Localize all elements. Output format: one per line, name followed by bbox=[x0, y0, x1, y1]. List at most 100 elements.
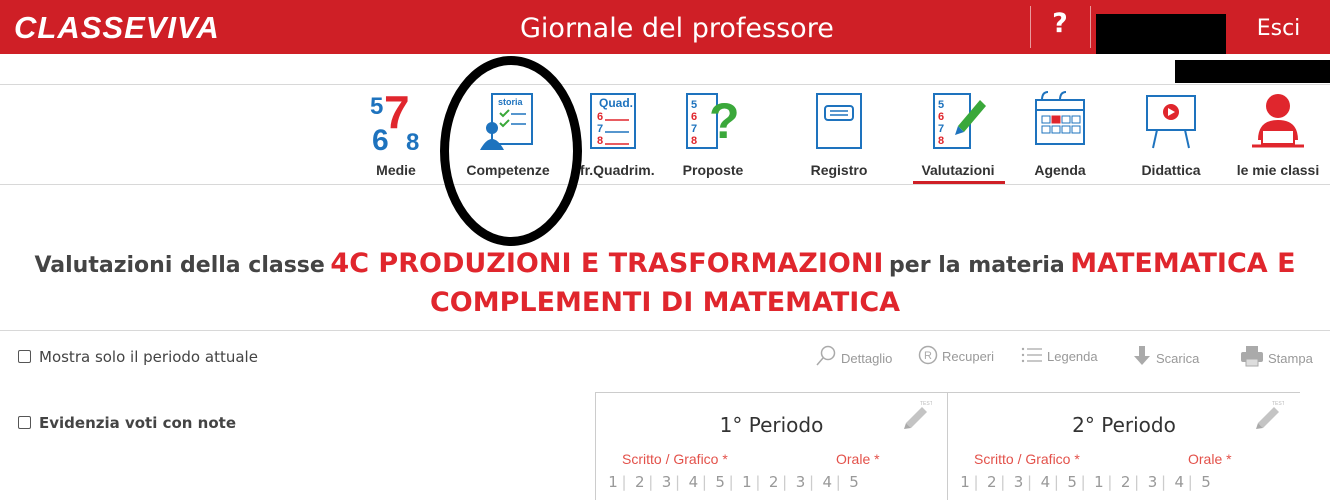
legend-button[interactable]: Legenda bbox=[1021, 345, 1098, 365]
grade-col-header[interactable]: 2 bbox=[985, 473, 999, 491]
nav-label: Proposte bbox=[682, 162, 744, 178]
classeviva-logo[interactable]: CLASSEVIVA bbox=[14, 10, 220, 46]
top-bar: CLASSEVIVA Giornale del professore ? Esc… bbox=[0, 0, 1330, 54]
grade-col-header[interactable]: 4 bbox=[820, 473, 834, 491]
grade-col-header[interactable]: 3 bbox=[793, 473, 807, 491]
period-2-title: 2° Periodo bbox=[1072, 413, 1176, 437]
competence-sheet-icon: storia bbox=[480, 93, 533, 150]
highlight-notes-option[interactable]: Evidenzia voti con note bbox=[18, 414, 236, 432]
download-button[interactable]: Scarica bbox=[1132, 345, 1199, 367]
written-header: Scritto / Grafico * bbox=[622, 451, 728, 467]
nav-item-medie[interactable]: 5 7 6 8 Medie bbox=[348, 88, 444, 182]
recoveries-label: Recuperi bbox=[942, 349, 995, 364]
svg-text:5: 5 bbox=[370, 93, 383, 120]
grade-col-header[interactable]: 2 bbox=[767, 473, 781, 491]
grade-col-header[interactable]: 4 bbox=[1038, 473, 1052, 491]
divider bbox=[0, 184, 1330, 185]
grade-col-header[interactable]: 3 bbox=[1145, 473, 1159, 491]
quad-grades-icon: Quad. 6 7 8 bbox=[590, 93, 636, 149]
period-1-column: 1° Periodo TEST Scritto / Grafico * Oral… bbox=[595, 392, 947, 500]
nav-item-competenze[interactable]: storia Competenze bbox=[462, 88, 554, 182]
help-button[interactable]: ? bbox=[1032, 4, 1088, 44]
nav-item-valutazioni[interactable]: 5 6 7 8 Valutazioni bbox=[908, 88, 1008, 182]
grade-col-header[interactable]: 3 bbox=[660, 473, 674, 491]
divider bbox=[1030, 6, 1031, 48]
svg-text:6: 6 bbox=[597, 111, 603, 123]
pencil-test-icon[interactable]: TEST bbox=[902, 399, 932, 429]
nav-item-didattica[interactable]: Didattica bbox=[1126, 88, 1216, 182]
magnifier-icon bbox=[816, 345, 836, 366]
svg-text:8: 8 bbox=[691, 135, 697, 147]
svg-text:?: ? bbox=[709, 93, 740, 149]
divider bbox=[0, 330, 1330, 331]
svg-text:R: R bbox=[924, 350, 932, 362]
grade-col-header[interactable]: 5 bbox=[1065, 473, 1079, 491]
grade-col-header[interactable]: 4 bbox=[686, 473, 700, 491]
presentation-board-icon bbox=[1146, 95, 1196, 149]
grade-col-header[interactable]: 5 bbox=[1199, 473, 1213, 491]
oral-header: Orale * bbox=[1188, 451, 1232, 467]
svg-text:5: 5 bbox=[691, 99, 697, 111]
grade-col-header[interactable]: 1 bbox=[740, 473, 754, 491]
svg-text:6: 6 bbox=[938, 111, 944, 123]
calendar-icon bbox=[1035, 91, 1085, 145]
nav-item-agenda[interactable]: Agenda bbox=[1020, 88, 1100, 182]
recovery-r-icon: R bbox=[918, 345, 938, 365]
printer-icon bbox=[1241, 346, 1263, 367]
download-label: Scarica bbox=[1156, 351, 1200, 366]
user-at-desk-icon bbox=[1252, 94, 1304, 148]
nav-label: Medie bbox=[376, 162, 416, 178]
legend-label: Legenda bbox=[1047, 349, 1098, 364]
numbers-678-icon: 5 7 6 8 bbox=[370, 90, 419, 152]
nav-label: Valutazioni bbox=[921, 162, 995, 178]
svg-text:TEST: TEST bbox=[1272, 401, 1284, 407]
highlight-notes-checkbox[interactable] bbox=[18, 416, 31, 429]
grade-col-header[interactable]: 3 bbox=[1012, 473, 1026, 491]
grade-col-header[interactable]: 2 bbox=[633, 473, 647, 491]
oral-header: Orale * bbox=[836, 451, 880, 467]
detail-label: Dettaglio bbox=[841, 351, 893, 366]
page-title: Valutazioni della classe 4C PRODUZIONI E… bbox=[0, 246, 1330, 324]
svg-text:Quad.: Quad. bbox=[599, 96, 633, 110]
subject-name-line1: MATEMATICA E bbox=[1070, 248, 1296, 279]
svg-text:storia: storia bbox=[498, 97, 524, 107]
grade-columns: 1 | 2 | 3 | 4 | 5 | 1 | 2 | 3 | 4 | 5 bbox=[958, 473, 1298, 491]
nav-label: Registro bbox=[810, 162, 868, 178]
logout-button[interactable]: Esci bbox=[1227, 4, 1330, 54]
svg-text:8: 8 bbox=[597, 135, 603, 147]
grade-col-header[interactable]: 5 bbox=[847, 473, 861, 491]
svg-text:6: 6 bbox=[372, 124, 389, 152]
detail-button[interactable]: Dettaglio bbox=[815, 345, 892, 367]
redacted-info-strip bbox=[1175, 60, 1330, 83]
grades-pen-icon: 5 6 7 8 bbox=[933, 93, 986, 149]
grade-col-header[interactable]: 2 bbox=[1119, 473, 1133, 491]
nav-item-le-mie-classi[interactable]: le mie classi bbox=[1230, 88, 1326, 182]
nav-label: Competenze bbox=[466, 162, 550, 178]
svg-text:7: 7 bbox=[597, 123, 603, 135]
svg-text:7: 7 bbox=[938, 123, 944, 135]
app-title: Giornale del professore bbox=[520, 13, 834, 44]
toolbar: Dettaglio R Recuperi Legenda Scarica Stam… bbox=[0, 345, 1330, 375]
nav-item-registro[interactable]: Registro bbox=[798, 88, 880, 182]
highlight-notes-label: Evidenzia voti con note bbox=[39, 414, 237, 432]
nav-item-confronto-quadrimestri[interactable]: Quad. 6 7 8 nfr.Quadrim. bbox=[568, 88, 658, 182]
grade-col-header[interactable]: 1 bbox=[1092, 473, 1106, 491]
class-name: 4C PRODUZIONI E TRASFORMAZIONI bbox=[330, 248, 884, 279]
print-button[interactable]: Stampa bbox=[1240, 345, 1313, 367]
grade-col-header[interactable]: 1 bbox=[958, 473, 972, 491]
period-2-column: 2° Periodo TEST Scritto / Grafico * Oral… bbox=[947, 392, 1300, 500]
written-header: Scritto / Grafico * bbox=[974, 451, 1080, 467]
grade-col-header[interactable]: 5 bbox=[713, 473, 727, 491]
svg-text:TEST: TEST bbox=[920, 401, 932, 407]
svg-text:5: 5 bbox=[938, 99, 944, 111]
grade-col-header[interactable]: 1 bbox=[606, 473, 620, 491]
nav-item-proposte[interactable]: 5 6 7 8 ? Proposte bbox=[672, 88, 754, 182]
grade-col-header[interactable]: 4 bbox=[1172, 473, 1186, 491]
nav-label: Didattica bbox=[1141, 162, 1201, 178]
svg-text:8: 8 bbox=[938, 135, 944, 147]
divider bbox=[0, 84, 1330, 85]
recoveries-button[interactable]: R Recuperi bbox=[918, 345, 994, 365]
subject-name-line2: COMPLEMENTI DI MATEMATICA bbox=[429, 287, 901, 318]
pencil-test-icon[interactable]: TEST bbox=[1254, 399, 1284, 429]
download-arrow-icon bbox=[1134, 346, 1150, 365]
